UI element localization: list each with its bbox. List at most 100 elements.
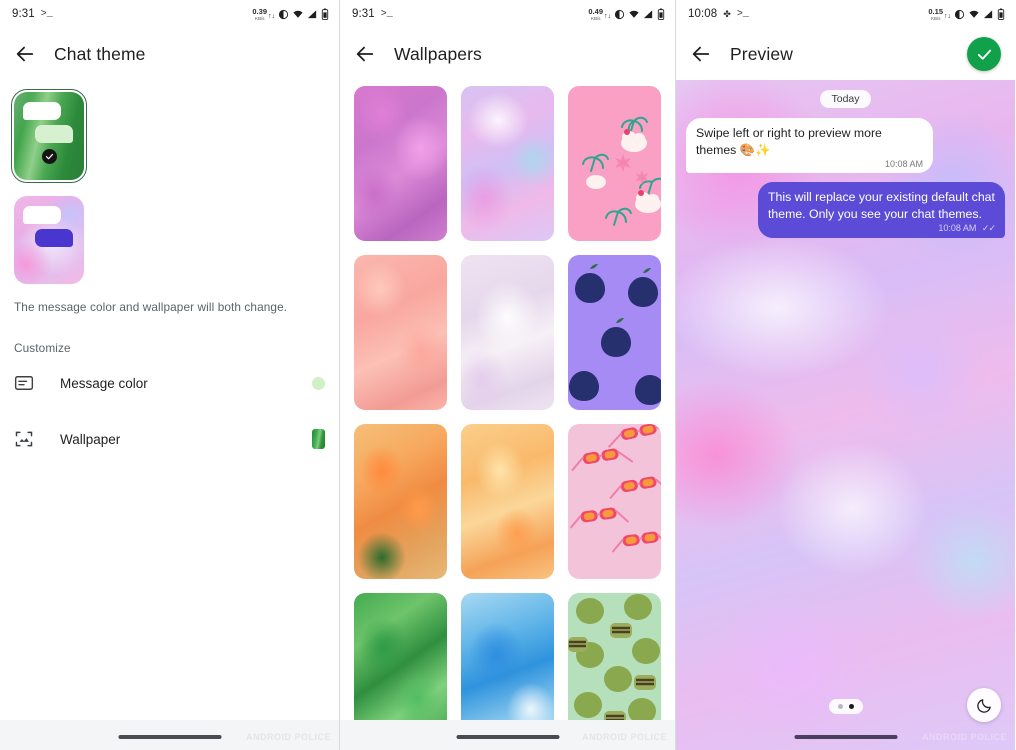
panel-chat-theme: 9:31 >_ 0.39 KB/s ↑↓ Chat theme The mess… (0, 0, 340, 750)
page-title: Wallpapers (394, 43, 482, 64)
wallpaper-thumbnail[interactable] (461, 424, 554, 579)
back-arrow-icon[interactable] (14, 43, 36, 65)
wifi-icon (968, 9, 980, 20)
theme-thumbnail-list (0, 80, 339, 284)
message-text: Swipe left or right to preview more them… (696, 126, 882, 157)
watermark: ANDROID POLICE (245, 732, 331, 742)
status-bar-right: 0.15 KB/s ↑↓ (928, 6, 1005, 21)
message-color-swatch[interactable] (312, 376, 325, 390)
network-speed-indicator: 0.15 KB/s ↑↓ (928, 6, 951, 21)
status-bar: 10:08 ✤ >_ 0.15 KB/s ↑↓ (676, 0, 1015, 28)
network-speed-unit: KB/s (254, 15, 265, 21)
net-arrows-icon: ↑↓ (268, 12, 275, 20)
day-separator-chip: Today (820, 90, 871, 108)
signal-icon (983, 9, 994, 20)
chat-bubble-received: Swipe left or right to preview more them… (686, 118, 933, 173)
page-title: Preview (730, 43, 793, 64)
app-notification-icon: ✤ (723, 8, 731, 19)
network-speed-value: 0.49 (588, 6, 603, 16)
message-time: 10:08 AM (938, 223, 977, 233)
theme-thumbnail-pink[interactable] (14, 196, 84, 284)
preview-bubble-outgoing (35, 229, 73, 247)
pager-dot[interactable] (837, 704, 843, 709)
dark-mode-toggle-button[interactable] (967, 688, 1001, 722)
brightness-icon (614, 9, 625, 20)
wallpaper-image-icon (14, 429, 34, 449)
network-speed-value: 0.39 (252, 6, 267, 16)
status-bar-right: 0.49 KB/s ↑↓ (588, 6, 665, 21)
status-time: 10:08 (688, 8, 718, 20)
back-arrow-icon[interactable] (690, 43, 712, 65)
signal-icon (307, 9, 318, 20)
read-receipt-icon: ✓✓ (981, 223, 996, 233)
home-indicator[interactable] (118, 735, 221, 739)
terminal-icon: >_ (736, 8, 749, 20)
panel-wallpapers: 9:31 >_ 0.49 KB/s ↑↓ Wallpapers ANDROID … (340, 0, 676, 750)
watermark: ANDROID POLICE (581, 732, 667, 742)
net-arrows-icon: ↑↓ (944, 12, 951, 20)
figs-pattern-icon (569, 264, 661, 405)
system-nav-bar: ANDROID POLICE (676, 720, 1015, 750)
battery-icon (321, 8, 329, 20)
network-speed-indicator: 0.39 KB/s ↑↓ (252, 6, 275, 21)
terminal-icon: >_ (380, 8, 393, 20)
wallpaper-thumbnail[interactable] (461, 86, 554, 241)
message-meta: 10:08 AM (696, 159, 923, 169)
sunglasses-pattern-icon (570, 424, 661, 553)
network-speed-value: 0.15 (928, 6, 943, 16)
wallpaper-thumbnail[interactable] (354, 424, 447, 579)
system-nav-bar: ANDROID POLICE (340, 720, 675, 750)
app-bar: Wallpapers (340, 28, 675, 80)
watermark: ANDROID POLICE (921, 732, 1007, 742)
app-bar: Preview (676, 28, 1015, 80)
status-time: 9:31 (12, 8, 35, 20)
pager-dot-active[interactable] (848, 704, 854, 709)
wallpaper-thumbnail[interactable] (461, 255, 554, 410)
terminal-icon: >_ (40, 8, 53, 20)
row-label-message-color: Message color (60, 375, 148, 391)
wallpaper-thumbnail[interactable] (354, 86, 447, 241)
theme-hint-text: The message color and wallpaper will bot… (14, 300, 288, 314)
wallpaper-thumbnail[interactable] (568, 255, 661, 410)
signal-icon (643, 9, 654, 20)
status-time: 9:31 (352, 8, 375, 20)
wallpaper-swatch[interactable] (312, 429, 325, 449)
message-meta: 10:08 AM ✓✓ (768, 223, 996, 234)
preview-bubble-outgoing (35, 125, 73, 143)
customize-section-label: Customize (14, 341, 71, 355)
wallpaper-thumbnail[interactable] (354, 255, 447, 410)
preview-bubble-incoming (23, 102, 61, 120)
status-bar-left: 9:31 >_ (352, 8, 393, 20)
back-arrow-icon[interactable] (354, 43, 376, 65)
three-phone-screenshots: 9:31 >_ 0.39 KB/s ↑↓ Chat theme The mess… (0, 0, 1016, 750)
palm-cupcake-pattern-icon (582, 116, 661, 226)
home-indicator[interactable] (794, 735, 897, 739)
battery-icon (997, 8, 1005, 20)
home-indicator[interactable] (456, 735, 559, 739)
app-bar: Chat theme (0, 28, 339, 80)
wallpaper-thumbnail[interactable] (568, 424, 661, 579)
message-text: This will replace your existing default … (768, 190, 995, 221)
moon-icon (976, 698, 991, 713)
status-bar-left: 9:31 >_ (12, 8, 53, 20)
wallpaper-thumbnail[interactable] (568, 86, 661, 241)
network-speed-unit: KB/s (930, 15, 941, 21)
net-arrows-icon: ↑↓ (604, 12, 611, 20)
theme-pager-dots[interactable] (828, 699, 863, 714)
row-message-color[interactable]: Message color (0, 355, 339, 411)
status-bar: 9:31 >_ 0.39 KB/s ↑↓ (0, 0, 339, 28)
message-time: 10:08 AM (884, 159, 923, 169)
row-wallpaper[interactable]: Wallpaper (0, 411, 339, 467)
preview-bubble-incoming (23, 206, 61, 224)
page-title: Chat theme (54, 43, 146, 64)
check-icon (42, 149, 57, 164)
status-bar-right: 0.39 KB/s ↑↓ (252, 6, 329, 21)
brightness-icon (954, 9, 965, 20)
status-bar: 9:31 >_ 0.49 KB/s ↑↓ (340, 0, 675, 28)
chat-message-list: Today Swipe left or right to preview mor… (676, 80, 1015, 750)
theme-thumbnail-green[interactable] (10, 88, 88, 184)
message-color-icon (14, 373, 34, 393)
confirm-theme-button[interactable] (967, 37, 1001, 71)
wallpaper-grid (340, 80, 675, 748)
panel-preview: 10:08 ✤ >_ 0.15 KB/s ↑↓ Preview Today Sw… (676, 0, 1015, 750)
